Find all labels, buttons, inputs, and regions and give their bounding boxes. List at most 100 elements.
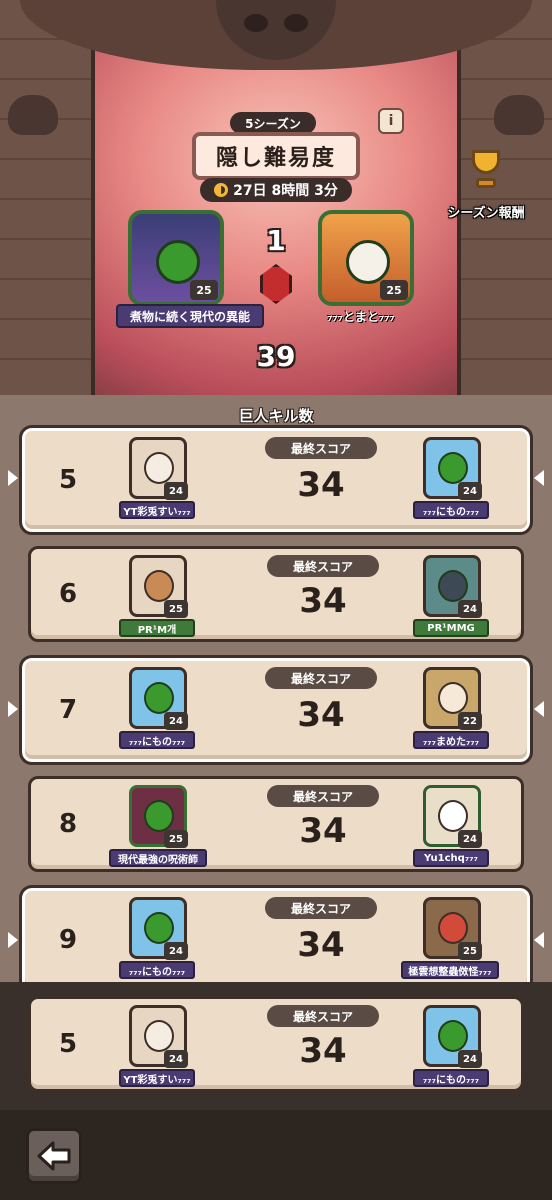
level-badge: 24: [164, 482, 188, 500]
season-reward-label: シーズン報酬: [447, 206, 525, 221]
final-score-label: 最終スコア: [265, 667, 377, 689]
player-avatar[interactable]: 25: [129, 785, 188, 848]
season-reward-button[interactable]: シーズン報酬: [438, 146, 534, 226]
skull-right-icon: [494, 95, 544, 135]
back-arrow-icon: [37, 1141, 71, 1171]
season-label: 5シーズン: [230, 112, 316, 134]
hero-name-left: 煮物に続く現代の異能: [116, 304, 264, 328]
level-badge: 24: [458, 482, 482, 500]
level-badge: 25: [380, 280, 408, 300]
character-icon: [144, 682, 174, 714]
ranking-category-title: 巨人キル数: [238, 407, 314, 425]
level-badge: 25: [164, 830, 188, 848]
player-avatar[interactable]: 24: [129, 437, 188, 500]
row-rank: 9: [58, 925, 78, 955]
level-badge: 24: [458, 600, 482, 618]
player-avatar[interactable]: 24: [129, 667, 188, 730]
player-name: PR¹MMG: [413, 619, 489, 637]
arrow-left-icon: [8, 701, 18, 717]
row-rank: 5: [58, 465, 78, 495]
level-badge: 22: [458, 712, 482, 730]
player-name: YT彩兎すい₇₇₇: [119, 1069, 195, 1087]
difficulty-title: 隠し難易度: [192, 132, 360, 180]
final-score: 34: [299, 811, 347, 851]
character-icon: [346, 240, 390, 284]
level-badge: 24: [458, 1050, 482, 1068]
final-score-label: 最終スコア: [267, 1005, 379, 1027]
character-icon: [438, 800, 468, 832]
level-badge: 24: [164, 712, 188, 730]
my-ranking-row[interactable]: 5 24 YT彩兎すい₇₇₇ 最終スコア 34 24 ₇₇₇にもの₇₇₇: [28, 996, 524, 1092]
ranking-row[interactable]: 8 25 現代最強の呪術師 最終スコア 34 24 Yu1chq₇₇₇: [28, 776, 524, 872]
season-timer: 27日 8時間 3分: [200, 178, 352, 202]
player-avatar[interactable]: 25: [129, 555, 188, 618]
player-name: 現代最強の呪術師: [109, 849, 207, 867]
player-name: ₇₇₇にもの₇₇₇: [119, 961, 195, 979]
final-score-label: 最終スコア: [267, 785, 379, 807]
stone-wall-left: [0, 0, 95, 395]
character-icon: [144, 570, 174, 602]
player-name: Yu1chq₇₇₇: [413, 849, 489, 867]
hero-name-right: ₇₇₇とまと₇₇₇: [327, 309, 395, 324]
level-badge: 24: [164, 1050, 188, 1068]
character-icon: [438, 570, 468, 602]
player-name: ₇₇₇にもの₇₇₇: [119, 731, 195, 749]
trophy-icon: [466, 146, 506, 192]
player-avatar[interactable]: 25: [423, 897, 482, 960]
final-score: 34: [299, 581, 347, 621]
clock-icon: [214, 183, 229, 197]
player-name: YT彩兎すい₇₇₇: [119, 501, 195, 519]
timer-text: 27日 8時間 3分: [233, 183, 338, 199]
hero-avatar-left[interactable]: 25: [128, 210, 224, 306]
final-score: 34: [297, 465, 345, 505]
final-score-label: 最終スコア: [265, 437, 377, 459]
character-icon: [144, 1020, 174, 1052]
team-score: 39: [256, 340, 296, 373]
player-avatar[interactable]: 24: [423, 785, 482, 848]
player-name: ₇₇₇にもの₇₇₇: [413, 1069, 489, 1087]
ranking-row[interactable]: 5 24 YT彩兎すい₇₇₇ 最終スコア 34 24 ₇₇₇にもの₇₇₇: [19, 425, 533, 535]
row-rank: 5: [58, 1029, 78, 1059]
final-score-label: 最終スコア: [265, 897, 377, 919]
player-name: ₇₇₇にもの₇₇₇: [413, 501, 489, 519]
level-badge: 25: [190, 280, 218, 300]
level-badge: 25: [458, 942, 482, 960]
bottom-bar: [0, 1110, 552, 1200]
character-icon: [144, 800, 174, 832]
player-name: 極雲想整蟲傚怪₇₇₇: [401, 961, 499, 979]
character-icon: [144, 452, 174, 484]
row-rank: 6: [58, 579, 78, 609]
ranking-row[interactable]: 7 24 ₇₇₇にもの₇₇₇ 最終スコア 34 22 ₇₇₇まめた₇₇₇: [19, 655, 533, 765]
level-badge: 25: [164, 600, 188, 618]
final-score: 34: [299, 1031, 347, 1071]
arrow-left-icon: [8, 470, 18, 486]
hero-avatar-right[interactable]: 25: [318, 210, 414, 306]
level-badge: 24: [164, 942, 188, 960]
row-rank: 8: [58, 809, 78, 839]
player-avatar[interactable]: 24: [423, 437, 482, 500]
character-icon: [438, 1020, 468, 1052]
player-name: PR¹M개: [119, 619, 195, 637]
back-button[interactable]: [26, 1128, 82, 1184]
player-name: ₇₇₇まめた₇₇₇: [413, 731, 489, 749]
ranking-row[interactable]: 9 24 ₇₇₇にもの₇₇₇ 最終スコア 34 25 極雲想整蟲傚怪₇₇₇: [19, 885, 533, 995]
player-avatar[interactable]: 24: [423, 1005, 482, 1068]
final-score: 34: [297, 925, 345, 965]
player-avatar[interactable]: 24: [129, 1005, 188, 1068]
player-avatar[interactable]: 22: [423, 667, 482, 730]
arrow-right-icon: [534, 701, 544, 717]
level-badge: 24: [458, 830, 482, 848]
character-icon: [156, 240, 200, 284]
skull-left-icon: [8, 95, 58, 135]
final-score: 34: [297, 695, 345, 735]
player-avatar[interactable]: 24: [423, 555, 482, 618]
team-rank: 1: [266, 224, 286, 257]
character-icon: [144, 912, 174, 944]
arrow-left-icon: [8, 932, 18, 948]
player-avatar[interactable]: 24: [129, 897, 188, 960]
character-icon: [438, 452, 468, 484]
ranking-row[interactable]: 6 25 PR¹M개 最終スコア 34 24 PR¹MMG: [28, 546, 524, 642]
info-button[interactable]: i: [378, 108, 404, 134]
arrow-right-icon: [534, 470, 544, 486]
final-score-label: 最終スコア: [267, 555, 379, 577]
